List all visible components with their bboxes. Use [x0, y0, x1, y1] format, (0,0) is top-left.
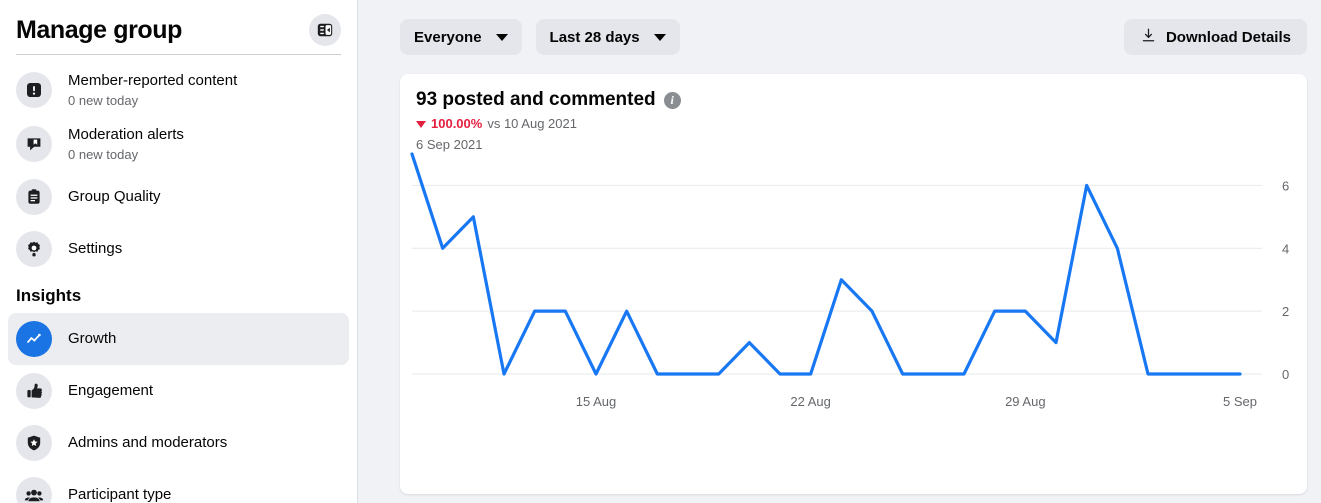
chart-change-row: 100.00% vs 10 Aug 2021 — [416, 115, 1289, 133]
sidebar-item-moderation-alerts[interactable]: Moderation alerts 0 new today — [8, 117, 349, 171]
exclamation-icon — [16, 72, 52, 108]
sidebar-section-insights: Insights — [16, 286, 82, 305]
sidebar-item-text: Member-reported content 0 new today — [68, 71, 237, 109]
app-root: Manage group Member-reported content 0 n… — [0, 0, 1321, 503]
sidebar-item-admins-and-moderators[interactable]: Admins and moderators — [8, 417, 349, 469]
sidebar-item-group-quality[interactable]: Group Quality — [8, 171, 349, 223]
chevron-down-icon — [495, 33, 508, 41]
clipboard-icon — [16, 179, 52, 215]
sidebar-item-label: Engagement — [68, 382, 154, 399]
sidebar-item-label: Settings — [68, 240, 123, 257]
flag-comment-glyph — [27, 138, 41, 151]
download-details-button[interactable]: Download Details — [1123, 19, 1307, 55]
download-details-label: Download Details — [1165, 28, 1291, 46]
sidebar-item-engagement[interactable]: Engagement — [8, 365, 349, 417]
flag-comment-icon — [16, 126, 52, 162]
growth-chart-card: 93 posted and commented i 100.00% vs 10 … — [400, 74, 1307, 494]
download-glyph — [1142, 28, 1155, 41]
shield-star-glyph — [27, 435, 41, 451]
sidebar-item-text: Participant type — [68, 485, 171, 503]
sidebar: Manage group Member-reported content 0 n… — [0, 0, 358, 503]
main-content: Everyone Last 28 days Download Details 9… — [358, 0, 1321, 503]
chevron-down-icon — [653, 33, 666, 41]
sidebar-item-text: Growth — [68, 329, 116, 349]
sidebar-item-text: Moderation alerts 0 new today — [68, 125, 184, 163]
panel-collapse-icon[interactable] — [309, 14, 341, 46]
sidebar-item-text: Admins and moderators — [68, 433, 227, 453]
x-axis-tick-label: 22 Aug — [790, 394, 831, 409]
thumbs-up-icon — [16, 373, 52, 409]
y-axis-tick-label: 0 — [1282, 367, 1289, 382]
comparison-text: vs 10 Aug 2021 — [487, 116, 577, 131]
x-axis-tick-label: 29 Aug — [1005, 394, 1045, 409]
toolbar: Everyone Last 28 days Download Details — [400, 18, 1307, 56]
sidebar-item-label: Admins and moderators — [68, 434, 228, 451]
date-range-label: Last 28 days — [549, 28, 640, 46]
audience-filter-label: Everyone — [414, 28, 482, 46]
x-axis-tick-label: 15 Aug — [576, 394, 617, 409]
sidebar-item-text: Group Quality — [68, 187, 161, 207]
thumbs-up-glyph — [27, 383, 42, 398]
y-axis-tick-label: 4 — [1282, 241, 1289, 256]
date-range-dropdown[interactable]: Last 28 days — [535, 19, 680, 55]
sidebar-item-text: Engagement — [68, 381, 153, 401]
clipboard-glyph — [28, 189, 40, 204]
page-title: Manage group — [16, 16, 183, 44]
sidebar-item-label: Participant type — [68, 486, 172, 503]
sidebar-item-settings[interactable]: Settings — [8, 223, 349, 275]
gear-glyph — [28, 241, 40, 257]
sidebar-item-participant-type[interactable]: Participant type — [8, 469, 349, 503]
sidebar-item-sublabel: 0 new today — [68, 93, 139, 108]
sidebar-item-label: Member-reported content — [68, 72, 238, 89]
y-axis-tick-label: 6 — [1282, 178, 1289, 193]
shield-star-icon — [16, 425, 52, 461]
chart-plot-area: 0 2 4 6 15 Aug 22 Aug 29 Aug 5 Sep — [400, 140, 1307, 494]
exclamation-glyph — [27, 83, 41, 97]
x-axis-tick-label: 5 Sep — [1223, 394, 1257, 409]
sidebar-item-label: Growth — [68, 330, 117, 347]
sidebar-item-member-reported-content[interactable]: Member-reported content 0 new today — [8, 63, 349, 117]
sidebar-item-sublabel: 0 new today — [68, 147, 139, 162]
line-chart: 0 2 4 6 15 Aug 22 Aug 29 Aug 5 Sep — [410, 152, 1289, 409]
info-icon[interactable]: i — [663, 91, 681, 109]
audience-filter-dropdown[interactable]: Everyone — [400, 19, 522, 55]
sidebar-item-label: Group Quality — [68, 188, 161, 205]
growth-chart-icon — [16, 321, 52, 357]
sidebar-item-text: Settings — [68, 239, 122, 259]
people-glyph — [24, 489, 44, 502]
growth-chart-glyph — [27, 333, 41, 343]
chart-title-row: 93 posted and commented i — [416, 88, 1289, 112]
sidebar-item-growth[interactable]: Growth — [8, 313, 349, 365]
panel-collapse-glyph — [317, 23, 333, 37]
y-axis-tick-label: 2 — [1282, 304, 1289, 319]
sidebar-item-label: Moderation alerts — [68, 126, 184, 143]
gear-icon — [16, 231, 52, 267]
change-percentage: 100.00% — [431, 116, 483, 131]
chart-line-series — [410, 152, 1242, 376]
chart-title: 93 posted and commented — [416, 89, 656, 110]
triangle-down-icon — [416, 120, 426, 128]
people-icon — [16, 477, 52, 503]
sidebar-main-list: Member-reported content 0 new today Mode… — [0, 55, 357, 275]
sidebar-insights-list: Growth Engagement Admins and moderators … — [0, 313, 357, 503]
sidebar-header: Manage group — [0, 0, 357, 48]
download-icon — [1140, 27, 1157, 48]
